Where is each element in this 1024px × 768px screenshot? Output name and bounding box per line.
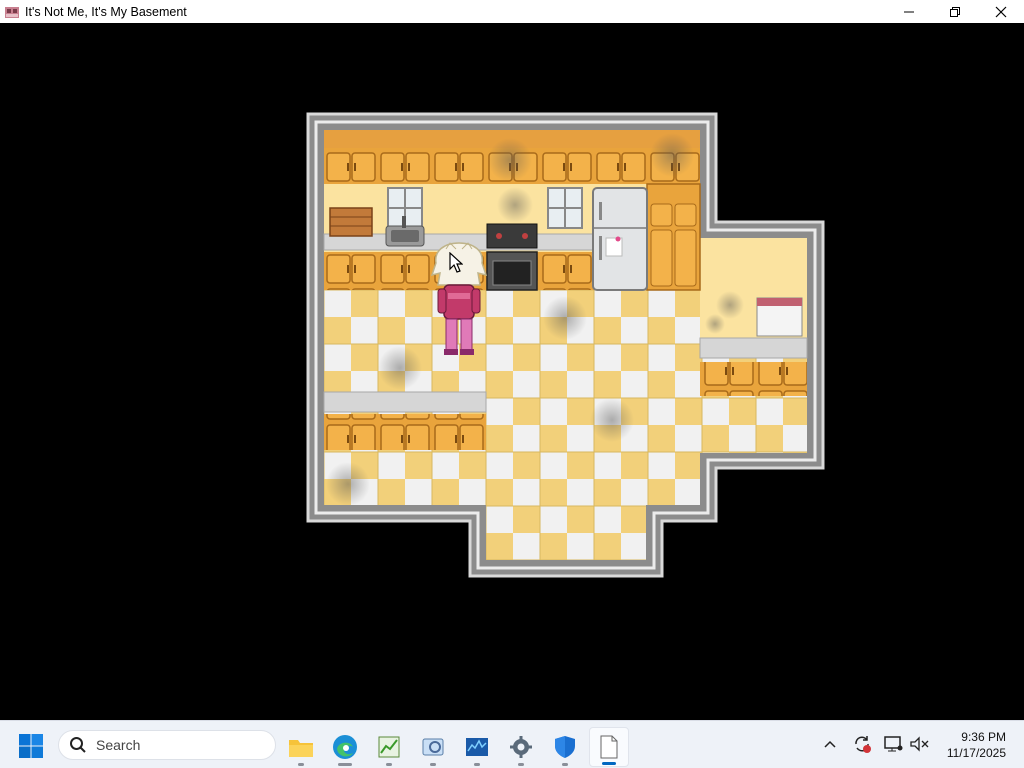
network-sound-icon bbox=[910, 736, 929, 752]
tray-display[interactable] bbox=[883, 733, 905, 755]
restore-button[interactable] bbox=[932, 0, 978, 23]
taskbar-app-edge[interactable] bbox=[325, 727, 365, 767]
file-explorer-icon bbox=[289, 740, 313, 757]
performance-monitor-icon bbox=[466, 738, 488, 756]
taskbar-app-active-document[interactable] bbox=[589, 727, 629, 767]
restore-icon bbox=[950, 6, 960, 17]
tray-network-sound[interactable] bbox=[909, 733, 931, 755]
taskbar-app-windows-security[interactable] bbox=[545, 727, 585, 767]
search-label: Search bbox=[96, 737, 141, 753]
tray-overflow-button[interactable] bbox=[819, 733, 841, 755]
display-icon bbox=[884, 736, 903, 752]
sync-alert-icon bbox=[855, 736, 871, 753]
chevron-up-icon bbox=[824, 740, 836, 748]
taskbar-search-box[interactable]: Search bbox=[58, 730, 276, 760]
task-manager-chart-icon bbox=[378, 736, 400, 758]
taskbar-app-task-manager[interactable] bbox=[369, 727, 409, 767]
minimize-icon bbox=[904, 11, 914, 12]
taskbar-app-file-explorer[interactable] bbox=[281, 727, 321, 767]
windows-start-icon[interactable] bbox=[18, 733, 44, 759]
edge-browser-icon bbox=[333, 735, 357, 759]
image-viewer-icon bbox=[422, 738, 444, 756]
clock-date: 11/17/2025 bbox=[946, 746, 1006, 760]
taskbar: Search 9:36 PM 11/17/2025 bbox=[0, 720, 1024, 768]
clock-time: 9:36 PM bbox=[961, 730, 1006, 744]
close-button[interactable] bbox=[978, 0, 1024, 23]
taskbar-app-settings[interactable] bbox=[501, 727, 541, 767]
window-title-bar[interactable]: It's Not Me, It's My Basement bbox=[0, 0, 1024, 23]
arrow-cursor-icon bbox=[449, 252, 463, 273]
search-icon bbox=[70, 737, 86, 753]
settings-gear-icon bbox=[510, 736, 532, 758]
taskbar-app-image-viewer[interactable] bbox=[413, 727, 453, 767]
window-title: It's Not Me, It's My Basement bbox=[25, 4, 187, 19]
tray-sync-status[interactable] bbox=[851, 733, 873, 755]
blank-document-icon bbox=[600, 735, 618, 759]
game-viewport[interactable] bbox=[0, 23, 1024, 720]
windows-security-shield-icon bbox=[555, 736, 575, 758]
minimize-button[interactable] bbox=[886, 0, 932, 23]
kitchen-map bbox=[306, 112, 825, 578]
taskbar-clock[interactable]: 9:36 PM 11/17/2025 bbox=[947, 729, 1006, 761]
close-icon bbox=[995, 6, 1007, 17]
taskbar-app-performance-monitor[interactable] bbox=[457, 727, 497, 767]
game-window-icon bbox=[5, 6, 19, 18]
